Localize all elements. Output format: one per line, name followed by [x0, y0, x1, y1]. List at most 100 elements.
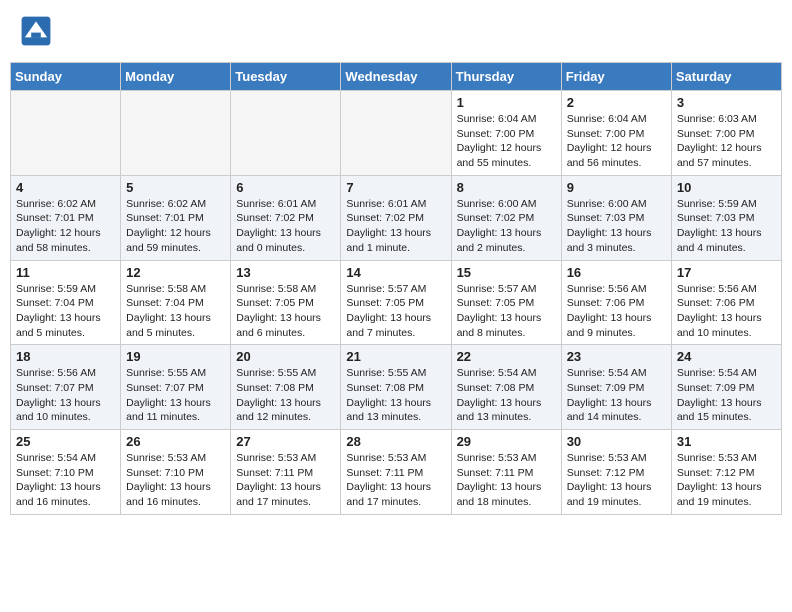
calendar-cell — [231, 91, 341, 176]
calendar-cell: 15 Sunrise: 5:57 AM Sunset: 7:05 PM Dayli… — [451, 260, 561, 345]
day-number: 2 — [567, 95, 666, 110]
calendar-cell: 31 Sunrise: 5:53 AM Sunset: 7:12 PM Dayli… — [671, 430, 781, 515]
calendar-cell — [121, 91, 231, 176]
calendar-cell: 6 Sunrise: 6:01 AM Sunset: 7:02 PM Daylig… — [231, 175, 341, 260]
day-info: Sunrise: 5:55 AM Sunset: 7:08 PM Dayligh… — [346, 366, 445, 425]
day-info: Sunrise: 5:53 AM Sunset: 7:11 PM Dayligh… — [457, 451, 556, 510]
day-number: 31 — [677, 434, 776, 449]
calendar-cell: 2 Sunrise: 6:04 AM Sunset: 7:00 PM Daylig… — [561, 91, 671, 176]
day-info: Sunrise: 6:02 AM Sunset: 7:01 PM Dayligh… — [126, 197, 225, 256]
day-info: Sunrise: 5:53 AM Sunset: 7:11 PM Dayligh… — [236, 451, 335, 510]
calendar-cell: 13Sunrise: 5:58 AM Sunset: 7:05 PM Dayli… — [231, 260, 341, 345]
day-info: Sunrise: 5:55 AM Sunset: 7:07 PM Dayligh… — [126, 366, 225, 425]
day-of-week-header: Sunday — [11, 63, 121, 91]
calendar-cell: 23 Sunrise: 5:54 AM Sunset: 7:09 PM Dayli… — [561, 345, 671, 430]
day-info: Sunrise: 5:54 AM Sunset: 7:08 PM Dayligh… — [457, 366, 556, 425]
calendar-cell — [11, 91, 121, 176]
day-info: Sunrise: 5:53 AM Sunset: 7:12 PM Dayligh… — [677, 451, 776, 510]
day-number: 30 — [567, 434, 666, 449]
day-of-week-header: Saturday — [671, 63, 781, 91]
day-number: 20 — [236, 349, 335, 364]
day-info: Sunrise: 5:54 AM Sunset: 7:09 PM Dayligh… — [567, 366, 666, 425]
day-info: Sunrise: 5:55 AM Sunset: 7:08 PM Dayligh… — [236, 366, 335, 425]
calendar-cell: 20 Sunrise: 5:55 AM Sunset: 7:08 PM Dayli… — [231, 345, 341, 430]
calendar-cell: 3 Sunrise: 6:03 AM Sunset: 7:00 PM Daylig… — [671, 91, 781, 176]
day-number: 8 — [457, 180, 556, 195]
calendar-cell: 11Sunrise: 5:59 AM Sunset: 7:04 PM Dayli… — [11, 260, 121, 345]
calendar-week-row: 18 Sunrise: 5:56 AM Sunset: 7:07 PM Dayli… — [11, 345, 782, 430]
calendar-cell: 4Sunrise: 6:02 AM Sunset: 7:01 PM Daylig… — [11, 175, 121, 260]
calendar-table: SundayMondayTuesdayWednesdayThursdayFrid… — [10, 62, 782, 515]
day-number: 7 — [346, 180, 445, 195]
day-number: 5 — [126, 180, 225, 195]
calendar-cell — [341, 91, 451, 176]
day-info: Sunrise: 5:53 AM Sunset: 7:12 PM Dayligh… — [567, 451, 666, 510]
calendar-cell: 1Sunrise: 6:04 AM Sunset: 7:00 PM Daylig… — [451, 91, 561, 176]
day-number: 26 — [126, 434, 225, 449]
day-info: Sunrise: 5:57 AM Sunset: 7:05 PM Dayligh… — [457, 282, 556, 341]
day-number: 27 — [236, 434, 335, 449]
calendar-cell: 22 Sunrise: 5:54 AM Sunset: 7:08 PM Dayli… — [451, 345, 561, 430]
calendar-cell: 29 Sunrise: 5:53 AM Sunset: 7:11 PM Dayli… — [451, 430, 561, 515]
calendar-cell: 5 Sunrise: 6:02 AM Sunset: 7:01 PM Daylig… — [121, 175, 231, 260]
day-number: 16 — [567, 265, 666, 280]
day-info: Sunrise: 5:54 AM Sunset: 7:10 PM Dayligh… — [16, 451, 115, 510]
day-number: 25 — [16, 434, 115, 449]
day-info: Sunrise: 6:01 AM Sunset: 7:02 PM Dayligh… — [346, 197, 445, 256]
calendar-cell: 8Sunrise: 6:00 AM Sunset: 7:02 PM Daylig… — [451, 175, 561, 260]
day-info: Sunrise: 5:56 AM Sunset: 7:06 PM Dayligh… — [677, 282, 776, 341]
calendar-cell: 26Sunrise: 5:53 AM Sunset: 7:10 PM Dayli… — [121, 430, 231, 515]
calendar-cell: 12 Sunrise: 5:58 AM Sunset: 7:04 PM Dayli… — [121, 260, 231, 345]
day-number: 4 — [16, 180, 115, 195]
day-info: Sunrise: 6:03 AM Sunset: 7:00 PM Dayligh… — [677, 112, 776, 171]
day-number: 15 — [457, 265, 556, 280]
day-number: 29 — [457, 434, 556, 449]
day-number: 14 — [346, 265, 445, 280]
day-number: 17 — [677, 265, 776, 280]
calendar-cell: 24 Sunrise: 5:54 AM Sunset: 7:09 PM Dayli… — [671, 345, 781, 430]
day-number: 18 — [16, 349, 115, 364]
calendar-cell: 10 Sunrise: 5:59 AM Sunset: 7:03 PM Dayli… — [671, 175, 781, 260]
calendar-cell: 30 Sunrise: 5:53 AM Sunset: 7:12 PM Dayli… — [561, 430, 671, 515]
calendar-cell: 25 Sunrise: 5:54 AM Sunset: 7:10 PM Dayli… — [11, 430, 121, 515]
day-info: Sunrise: 5:54 AM Sunset: 7:09 PM Dayligh… — [677, 366, 776, 425]
day-of-week-header: Monday — [121, 63, 231, 91]
day-number: 6 — [236, 180, 335, 195]
day-number: 23 — [567, 349, 666, 364]
logo-icon — [20, 15, 52, 47]
calendar-cell: 9Sunrise: 6:00 AM Sunset: 7:03 PM Daylig… — [561, 175, 671, 260]
day-number: 24 — [677, 349, 776, 364]
calendar-cell: 14 Sunrise: 5:57 AM Sunset: 7:05 PM Dayli… — [341, 260, 451, 345]
calendar-cell: 18 Sunrise: 5:56 AM Sunset: 7:07 PM Dayli… — [11, 345, 121, 430]
calendar-week-row: 25 Sunrise: 5:54 AM Sunset: 7:10 PM Dayli… — [11, 430, 782, 515]
day-number: 22 — [457, 349, 556, 364]
logo — [20, 15, 56, 47]
calendar-cell: 17 Sunrise: 5:56 AM Sunset: 7:06 PM Dayli… — [671, 260, 781, 345]
day-info: Sunrise: 5:56 AM Sunset: 7:07 PM Dayligh… — [16, 366, 115, 425]
calendar-cell: 27 Sunrise: 5:53 AM Sunset: 7:11 PM Dayli… — [231, 430, 341, 515]
day-info: Sunrise: 5:58 AM Sunset: 7:04 PM Dayligh… — [126, 282, 225, 341]
day-number: 28 — [346, 434, 445, 449]
calendar-cell: 21 Sunrise: 5:55 AM Sunset: 7:08 PM Dayli… — [341, 345, 451, 430]
day-info: Sunrise: 6:04 AM Sunset: 7:00 PM Dayligh… — [567, 112, 666, 171]
day-info: Sunrise: 5:57 AM Sunset: 7:05 PM Dayligh… — [346, 282, 445, 341]
day-number: 19 — [126, 349, 225, 364]
day-number: 10 — [677, 180, 776, 195]
day-info: Sunrise: 6:04 AM Sunset: 7:00 PM Dayligh… — [457, 112, 556, 171]
header-row: SundayMondayTuesdayWednesdayThursdayFrid… — [11, 63, 782, 91]
day-number: 13 — [236, 265, 335, 280]
day-info: Sunrise: 6:01 AM Sunset: 7:02 PM Dayligh… — [236, 197, 335, 256]
day-info: Sunrise: 5:59 AM Sunset: 7:03 PM Dayligh… — [677, 197, 776, 256]
day-info: Sunrise: 5:56 AM Sunset: 7:06 PM Dayligh… — [567, 282, 666, 341]
day-info: Sunrise: 6:00 AM Sunset: 7:03 PM Dayligh… — [567, 197, 666, 256]
day-number: 3 — [677, 95, 776, 110]
calendar-cell: 19 Sunrise: 5:55 AM Sunset: 7:07 PM Dayli… — [121, 345, 231, 430]
day-info: Sunrise: 5:53 AM Sunset: 7:11 PM Dayligh… — [346, 451, 445, 510]
calendar-week-row: 4 Sunrise: 6:02 AM Sunset: 7:01 PM Daylig… — [11, 175, 782, 260]
day-number: 21 — [346, 349, 445, 364]
calendar-week-row: 1Sunrise: 6:04 AM Sunset: 7:00 PM Daylig… — [11, 91, 782, 176]
day-number: 11 — [16, 265, 115, 280]
day-number: 12 — [126, 265, 225, 280]
page-header — [10, 10, 782, 52]
day-of-week-header: Friday — [561, 63, 671, 91]
